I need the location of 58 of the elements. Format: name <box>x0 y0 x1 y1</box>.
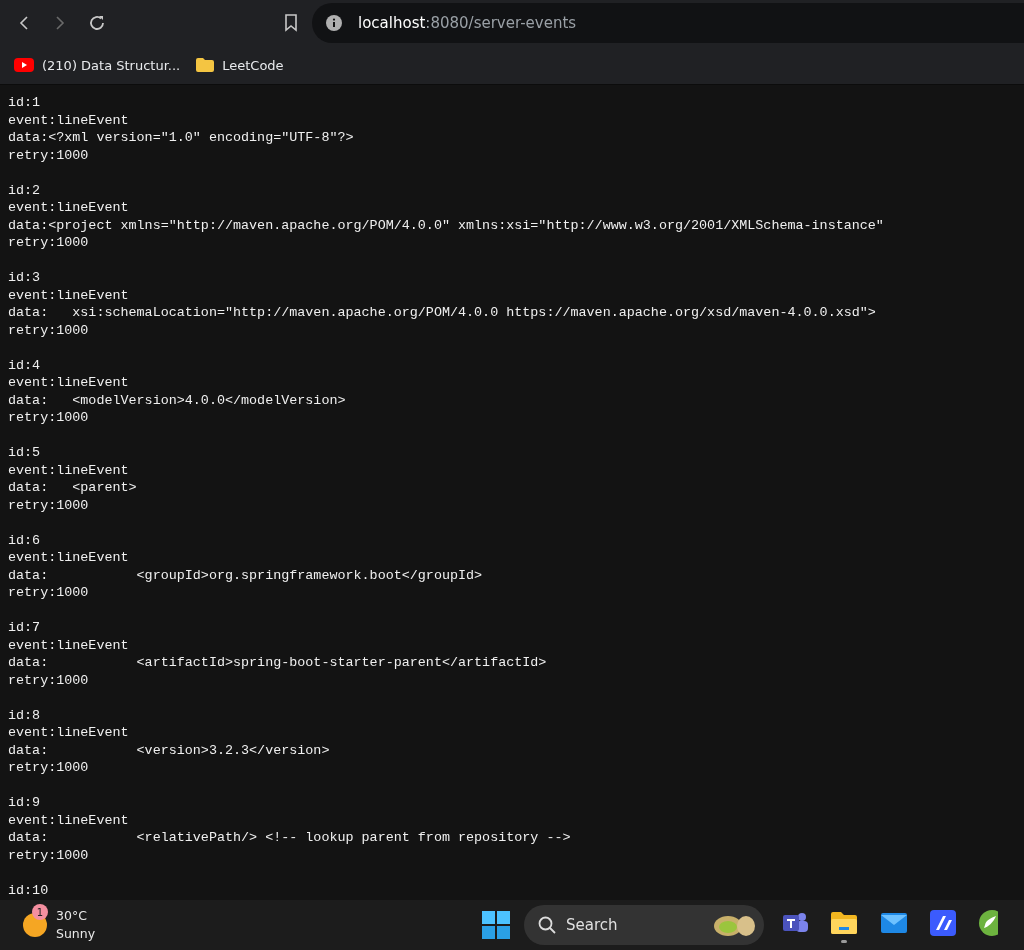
event-line: retry:1000 <box>8 846 89 864</box>
event-line: retry:1000 <box>8 671 89 689</box>
event-line: id:7 <box>8 619 41 637</box>
event-line: id:5 <box>8 444 41 462</box>
event-line: id:4 <box>8 356 41 374</box>
event-line: retry:1000 <box>8 146 89 164</box>
chat-app-icon[interactable] <box>782 911 808 935</box>
bookmark-icon <box>284 14 298 32</box>
event-line: id:8 <box>8 706 41 724</box>
info-icon <box>326 15 342 31</box>
windows-start-icon[interactable] <box>482 911 510 939</box>
event-line: id:2 <box>8 181 41 199</box>
folder-icon[interactable] <box>830 911 858 935</box>
reload-icon <box>88 14 106 32</box>
event-line: retry:1000 <box>8 496 89 514</box>
event-line: retry:1000 <box>8 234 89 252</box>
event-line: event:lineEvent <box>8 811 129 829</box>
event-line: event:lineEvent <box>8 111 129 129</box>
url-text: localhost:8080/server-events <box>358 14 577 32</box>
mail-icon[interactable] <box>880 912 908 934</box>
temperature-text: 30°C <box>56 907 88 925</box>
event-line: id:1 <box>8 94 41 112</box>
open-indicator <box>841 940 847 943</box>
event-line: data:<?xml version="1.0" encoding="UTF-8"?> <box>8 129 354 147</box>
event-line: data: <artifactId>spring-boot-starter-parent</artifactId> <box>8 654 547 672</box>
bookmark-item[interactable]: (210) Data Structur... <box>14 55 181 75</box>
leaf-icon[interactable] <box>978 910 998 936</box>
event-line: event:lineEvent <box>8 461 129 479</box>
video-play-icon <box>14 58 34 72</box>
weather-condition-text: Sunny <box>56 925 96 943</box>
event-line: data: <parent> <box>8 479 137 497</box>
code-editor-icon[interactable] <box>930 910 956 936</box>
event-line: id:10 <box>8 881 49 899</box>
address-bar[interactable]: localhost:8080/server-events <box>312 3 1024 43</box>
event-line: data:<project xmlns="http://maven.apache.org/POM/4.0.0" xmlns:xsi="http://www.w3.org/2001/XMLSchema-instance" <box>8 216 884 234</box>
event-line: retry:1000 <box>8 321 89 339</box>
folder-icon <box>196 58 215 72</box>
event-line: event:lineEvent <box>8 374 129 392</box>
event-line: event:lineEvent <box>8 549 129 567</box>
taskbar-search[interactable]: Search <box>524 905 764 945</box>
event-line: data: <version>3.2.3</version> <box>8 741 330 759</box>
event-line: data: xsi:schemaLocation="http://maven.apache.org/POM/4.0.0 https://maven.apache.org/xsd/maven-4.0.0.xsd"> <box>8 304 876 322</box>
event-line: retry:1000 <box>8 584 89 602</box>
notification-badge: 1 <box>32 904 48 920</box>
event-line: id:6 <box>8 531 41 549</box>
event-line: event:lineEvent <box>8 636 129 654</box>
bookmark-item[interactable]: LeetCode <box>196 55 284 75</box>
event-line: data: <modelVersion>4.0.0</modelVersion> <box>8 391 346 409</box>
event-line: event:lineEvent <box>8 724 129 742</box>
event-line: retry:1000 <box>8 759 89 777</box>
event-line: event:lineEvent <box>8 199 129 217</box>
event-line: data: <relativePath/> <!-- lookup parent from repository --> <box>8 829 571 847</box>
event-line: id:9 <box>8 794 41 812</box>
event-line: data: <groupId>org.springframework.boot</groupId> <box>8 566 483 584</box>
event-line: id:3 <box>8 269 41 287</box>
event-line: event:lineEvent <box>8 286 129 304</box>
search-icon <box>538 916 556 934</box>
event-line: retry:1000 <box>8 409 89 427</box>
